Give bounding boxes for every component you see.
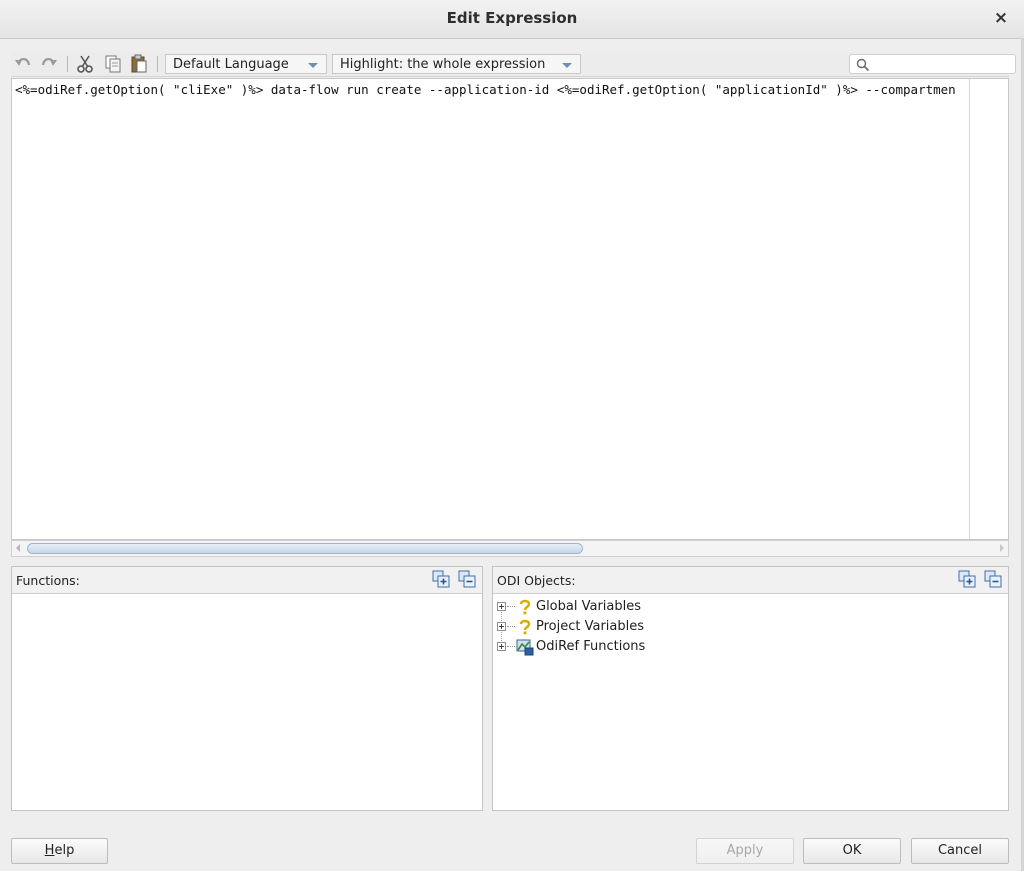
chevron-down-icon bbox=[562, 63, 572, 68]
expand-icon[interactable] bbox=[497, 622, 506, 631]
language-combo-value: Default Language bbox=[173, 57, 289, 72]
expand-icon[interactable] bbox=[497, 642, 506, 651]
search-icon bbox=[856, 58, 870, 72]
odi-objects-panel: ODI Objects: Global Variables Project Va… bbox=[492, 566, 1009, 811]
tree-connector bbox=[507, 626, 515, 627]
tree-connector bbox=[507, 646, 515, 647]
expression-text[interactable]: <%=odiRef.getOption( "cliExe" )%> data-f… bbox=[15, 82, 956, 97]
close-icon[interactable]: × bbox=[992, 8, 1010, 28]
dialog-title: Edit Expression bbox=[446, 9, 578, 27]
tree-item-label: Project Variables bbox=[536, 619, 645, 634]
apply-button[interactable]: Apply bbox=[696, 838, 794, 864]
highlight-combo-value: Highlight: the whole expression bbox=[340, 57, 546, 72]
ok-button[interactable]: OK bbox=[803, 838, 901, 864]
highlight-combo[interactable]: Highlight: the whole expression bbox=[332, 54, 581, 74]
search-input[interactable] bbox=[849, 54, 1016, 74]
scroll-right-icon[interactable] bbox=[1000, 544, 1004, 552]
toolbar-separator bbox=[157, 56, 158, 72]
collapse-all-icon[interactable] bbox=[984, 570, 1002, 588]
collapse-all-icon[interactable] bbox=[458, 570, 476, 588]
copy-icon[interactable] bbox=[103, 54, 123, 74]
help-button[interactable]: Help bbox=[11, 838, 108, 864]
functions-panel: Functions: bbox=[11, 566, 483, 811]
cancel-button[interactable]: Cancel bbox=[911, 838, 1009, 864]
variable-icon bbox=[516, 598, 534, 616]
tree-item-label: OdiRef Functions bbox=[536, 639, 646, 654]
expand-all-icon[interactable] bbox=[958, 570, 976, 588]
functions-panel-title: Functions: bbox=[16, 573, 80, 588]
tree-connector bbox=[507, 606, 515, 607]
expand-icon[interactable] bbox=[497, 602, 506, 611]
toolbar-separator bbox=[67, 56, 68, 72]
function-library-icon bbox=[516, 638, 534, 656]
cut-icon[interactable] bbox=[75, 54, 95, 74]
help-mnemonic: H bbox=[44, 843, 55, 858]
scroll-left-icon[interactable] bbox=[16, 544, 20, 552]
expression-editor[interactable]: <%=odiRef.getOption( "cliExe" )%> data-f… bbox=[11, 78, 1009, 540]
functions-panel-header: Functions: bbox=[12, 567, 482, 594]
editor-margin-line bbox=[969, 79, 970, 539]
undo-icon[interactable] bbox=[13, 54, 33, 74]
tree-item-label: Global Variables bbox=[536, 599, 642, 614]
dialog-titlebar: Edit Expression × bbox=[0, 0, 1024, 39]
editor-toolbar: Default Language Highlight: the whole ex… bbox=[11, 52, 1016, 77]
variable-icon bbox=[516, 618, 534, 636]
chevron-down-icon bbox=[308, 63, 318, 68]
help-label: elp bbox=[54, 843, 75, 858]
paste-icon[interactable] bbox=[129, 54, 149, 74]
scrollbar-thumb[interactable] bbox=[27, 543, 583, 554]
expand-all-icon[interactable] bbox=[432, 570, 450, 588]
redo-icon[interactable] bbox=[39, 54, 59, 74]
language-combo[interactable]: Default Language bbox=[165, 54, 327, 74]
odi-objects-panel-header: ODI Objects: bbox=[493, 567, 1008, 594]
horizontal-scrollbar[interactable] bbox=[11, 540, 1009, 557]
odi-objects-panel-title: ODI Objects: bbox=[497, 573, 576, 588]
